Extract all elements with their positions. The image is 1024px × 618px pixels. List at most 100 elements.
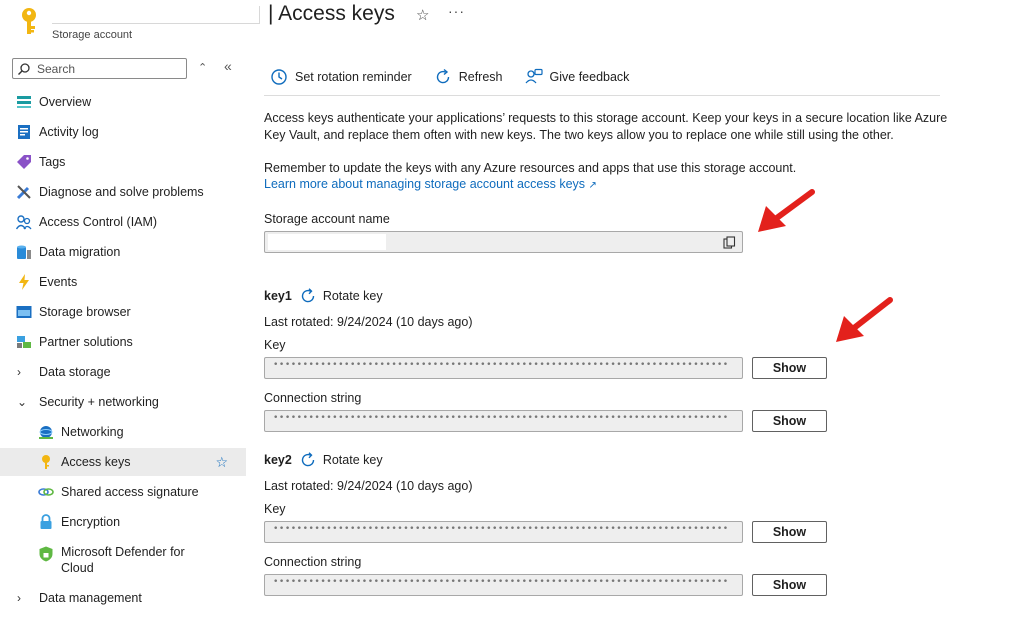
- external-link-icon: ↗: [588, 180, 597, 191]
- sidebar-item-label: Events: [39, 275, 78, 289]
- sidebar-item-defender[interactable]: Microsoft Defender for Cloud: [0, 544, 246, 580]
- sidebar-item-access-keys[interactable]: Access keys ☆: [0, 448, 246, 476]
- copy-icon[interactable]: [723, 236, 736, 249]
- sidebar-item-security-networking[interactable]: ⌄ Security + networking: [0, 388, 246, 416]
- feedback-label: Give feedback: [549, 70, 630, 84]
- wrench-icon: [16, 185, 31, 200]
- sidebar-item-networking[interactable]: Networking: [0, 418, 246, 446]
- overview-icon: [17, 96, 31, 108]
- chevron-right-icon: ›: [17, 365, 21, 379]
- storage-browser-icon: [16, 306, 32, 318]
- tag-icon: [17, 155, 31, 169]
- reminder-text: Remember to update the keys with any Azu…: [264, 161, 797, 175]
- give-feedback-button[interactable]: Give feedback: [525, 68, 630, 86]
- key2-conn-show-button[interactable]: Show: [752, 574, 827, 596]
- account-name-field[interactable]: [264, 231, 743, 253]
- key1-key-show-button[interactable]: Show: [752, 357, 827, 379]
- search-icon: [18, 62, 30, 75]
- sidebar-item-activity-log[interactable]: Activity log: [0, 118, 246, 146]
- sidebar-item-data-migration[interactable]: Data migration: [0, 238, 246, 266]
- shield-icon: [39, 546, 53, 562]
- key2-key-show-button[interactable]: Show: [752, 521, 827, 543]
- search-input[interactable]: [37, 61, 177, 76]
- key1-conn-show-button[interactable]: Show: [752, 410, 827, 432]
- key2-name: key2: [264, 453, 292, 467]
- sidebar-item-label: Data storage: [39, 365, 111, 379]
- key2-rotate-button[interactable]: Rotate key: [323, 453, 383, 467]
- sidebar-item-storage-browser[interactable]: Storage browser: [0, 298, 246, 326]
- sidebar-item-label: Security + networking: [39, 395, 159, 409]
- key2-key-field[interactable]: ••••••••••••••••••••••••••••••••••••••••…: [264, 521, 743, 543]
- learn-more-link[interactable]: Learn more about managing storage accoun…: [264, 177, 585, 191]
- key1-header: key1 Rotate key: [264, 288, 383, 304]
- sidebar-item-label: Activity log: [39, 125, 99, 139]
- favorite-star-icon[interactable]: ☆: [416, 6, 429, 24]
- key2-header: key2 Rotate key: [264, 452, 383, 468]
- sidebar-item-shared-access-signature[interactable]: Shared access signature: [0, 478, 246, 506]
- key2-connection-string-field[interactable]: ••••••••••••••••••••••••••••••••••••••••…: [264, 574, 743, 596]
- key1-last-rotated: Last rotated: 9/24/2024 (10 days ago): [264, 315, 473, 329]
- lightning-icon: [19, 274, 29, 290]
- sidebar-item-encryption[interactable]: Encryption: [0, 508, 246, 536]
- favorite-star-icon[interactable]: ☆: [215, 454, 228, 471]
- sidebar-item-label: Diagnose and solve problems: [39, 185, 204, 199]
- page-title: | Access keys: [268, 2, 395, 25]
- more-options-button[interactable]: ···: [448, 3, 465, 19]
- sidebar-item-label: Microsoft Defender for Cloud: [61, 545, 185, 575]
- sidebar-item-label: Shared access signature: [61, 485, 199, 499]
- rotation-label: Set rotation reminder: [295, 70, 412, 84]
- sidebar-item-iam[interactable]: Access Control (IAM): [0, 208, 246, 236]
- link-icon: [38, 488, 54, 496]
- key1-conn-value: ••••••••••••••••••••••••••••••••••••••••…: [273, 413, 728, 423]
- rotate-icon: [301, 452, 315, 467]
- sidebar-item-diagnose[interactable]: Diagnose and solve problems: [0, 178, 246, 206]
- data-migration-icon: [17, 245, 31, 259]
- account-name-label: Storage account name: [264, 212, 390, 226]
- key2-conn-label: Connection string: [264, 555, 362, 569]
- sidebar-item-label: Data management: [39, 591, 142, 605]
- sidebar-item-label: Networking: [61, 425, 124, 439]
- key2-key-label: Key: [264, 502, 286, 516]
- page-subtitle: Storage account: [52, 29, 133, 41]
- key1-key-field[interactable]: ••••••••••••••••••••••••••••••••••••••••…: [264, 357, 743, 379]
- key1-connection-string-field[interactable]: ••••••••••••••••••••••••••••••••••••••••…: [264, 410, 743, 432]
- sidebar-item-partner-solutions[interactable]: Partner solutions: [0, 328, 246, 356]
- learn-more-row: Learn more about managing storage accoun…: [264, 176, 954, 195]
- sidebar-item-label: Data migration: [39, 245, 121, 259]
- account-name-redacted: [268, 234, 386, 250]
- storage-account-name-redacted: [52, 6, 260, 24]
- refresh-label: Refresh: [458, 70, 503, 84]
- sidebar-item-label: Encryption: [61, 515, 121, 529]
- key2-conn-value: ••••••••••••••••••••••••••••••••••••••••…: [273, 577, 728, 587]
- chevron-right-icon: ›: [17, 591, 21, 605]
- key2-key-value: ••••••••••••••••••••••••••••••••••••••••…: [273, 524, 728, 534]
- annotation-arrow-icon: [758, 189, 815, 232]
- people-icon: [16, 215, 32, 230]
- sidebar-item-label: Access Control (IAM): [39, 215, 158, 229]
- collapse-sidebar-icon[interactable]: «: [224, 58, 232, 74]
- sidebar-search[interactable]: [12, 58, 187, 79]
- rotate-icon: [301, 288, 315, 303]
- sort-chevron-icon[interactable]: ⌃: [198, 61, 207, 74]
- networking-icon: [39, 426, 53, 439]
- key-logo-icon: [22, 8, 36, 34]
- sidebar-item-events[interactable]: Events: [0, 268, 246, 296]
- annotation-arrow-icon: [836, 297, 893, 342]
- key-icon: [42, 455, 50, 469]
- sidebar-item-data-management[interactable]: › Data management: [0, 584, 246, 612]
- refresh-button[interactable]: Refresh: [434, 68, 503, 86]
- sidebar-item-label: Partner solutions: [39, 335, 133, 349]
- key1-name: key1: [264, 289, 292, 303]
- partner-icon: [17, 336, 31, 348]
- set-rotation-reminder-button[interactable]: Set rotation reminder: [270, 68, 412, 86]
- sidebar-item-overview[interactable]: Overview: [0, 88, 246, 116]
- key1-key-value: ••••••••••••••••••••••••••••••••••••••••…: [273, 360, 728, 370]
- sidebar-item-data-storage[interactable]: › Data storage: [0, 358, 246, 386]
- key1-rotate-button[interactable]: Rotate key: [323, 289, 383, 303]
- toolbar-divider: [264, 95, 940, 96]
- activity-log-icon: [18, 125, 30, 139]
- key1-conn-label: Connection string: [264, 391, 362, 405]
- sidebar-item-tags[interactable]: Tags: [0, 148, 246, 176]
- sidebar-item-label: Overview: [39, 95, 92, 109]
- intro-text: Access keys authenticate your applicatio…: [264, 111, 948, 142]
